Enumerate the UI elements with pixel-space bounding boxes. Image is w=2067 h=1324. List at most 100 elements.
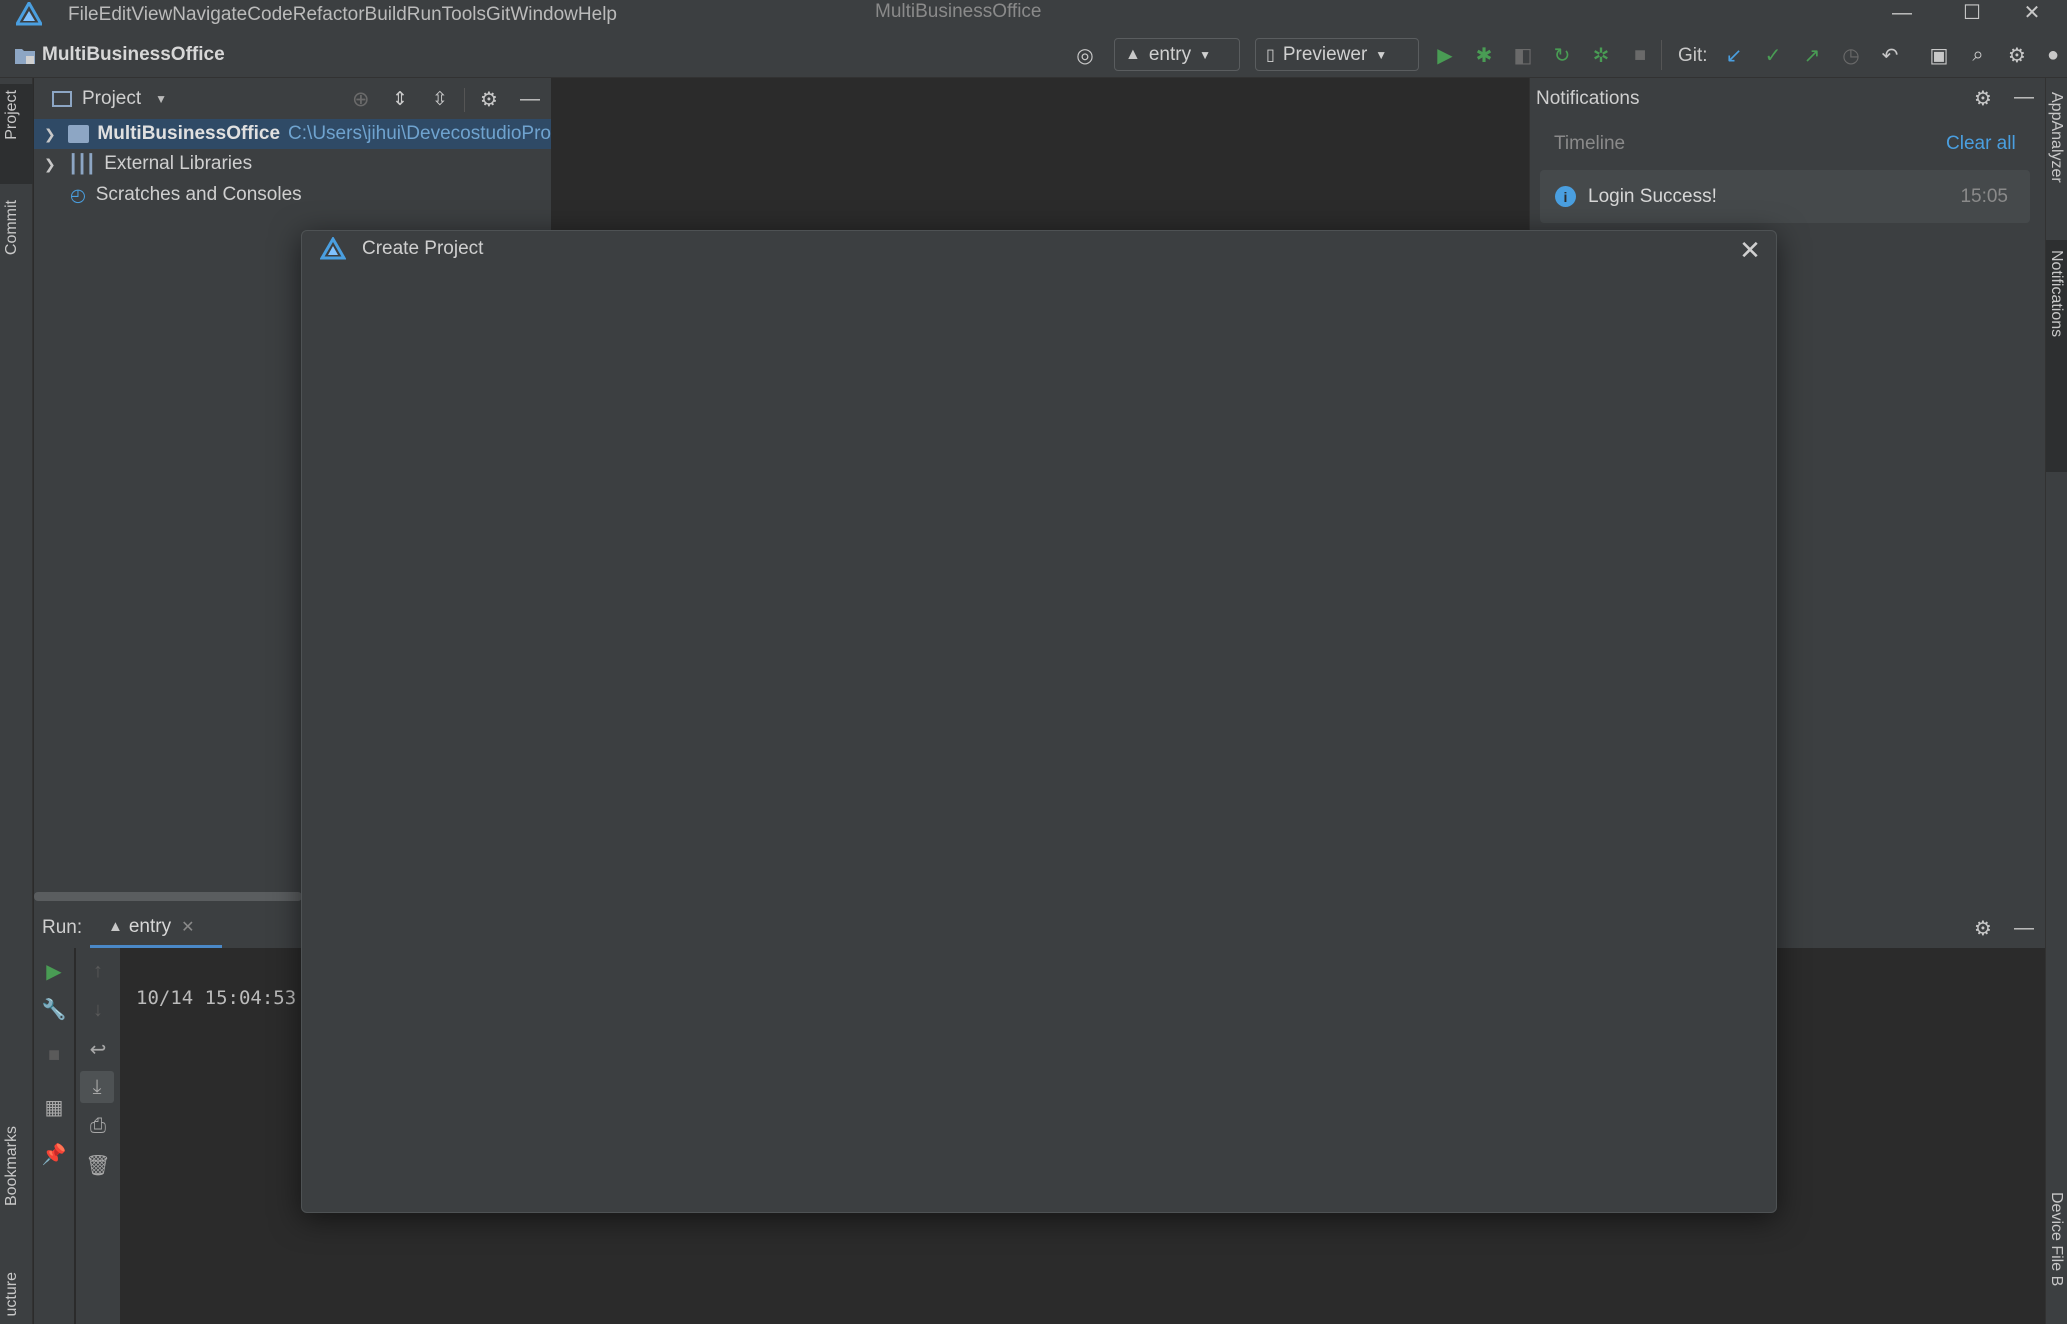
chevron-right-icon[interactable]: ❯ [44, 126, 56, 143]
print-icon[interactable]: ⎙ [84, 1112, 112, 1140]
notifications-title: Notifications [1536, 88, 1640, 109]
run-toolbar-secondary: ↑ ↓ ↩ ⤓ ⎙ 🗑 [76, 948, 120, 1324]
tree-item-label: Scratches and Consoles [95, 184, 302, 205]
settings-gear-icon[interactable]: ⚙ [2004, 42, 2030, 68]
device-label: Previewer [1282, 43, 1368, 65]
git-push-icon[interactable]: ↗ [1799, 42, 1825, 68]
project-view-icon [52, 91, 72, 107]
dialog-title: Create Project [362, 238, 484, 259]
project-folder-icon [14, 46, 36, 66]
tool-tab-device-file-browser[interactable]: Device File B [2047, 1192, 2065, 1286]
run-tab-label: entry [128, 915, 172, 937]
project-panel-scrollbar[interactable] [34, 892, 302, 901]
layout-icon[interactable]: ▦ [40, 1093, 68, 1121]
close-window-button[interactable]: ✕ [1997, 0, 2067, 28]
tree-item-project-root[interactable]: ❯ MultiBusinessOffice C:\Users\jihui\Dev… [34, 119, 551, 149]
panel-settings-gear-icon[interactable]: ⚙ [480, 87, 498, 112]
menu-view[interactable]: View [131, 4, 172, 26]
chevron-down-icon: ▼ [1199, 47, 1211, 62]
chevron-down-icon: ▼ [1375, 47, 1388, 62]
git-rollback-icon[interactable]: ↶ [1877, 42, 1903, 68]
libraries-icon: ┃┃┃ [67, 153, 96, 174]
left-tool-stripe: Project Commit Bookmarks ucture [0, 78, 33, 1324]
menu-refactor[interactable]: Refactor [293, 4, 365, 26]
tool-tab-bookmarks[interactable]: Bookmarks [3, 1126, 21, 1206]
header-divider [464, 88, 465, 112]
chevron-down-icon[interactable]: ▼ [155, 92, 167, 106]
run-toolbar-primary: ▶ 🔧 ■ ▦ 📌 [34, 948, 74, 1324]
tree-item-external-libraries[interactable]: ❯ ┃┃┃ External Libraries [34, 149, 551, 179]
pin-icon[interactable]: 📌 [40, 1140, 68, 1168]
app-logo-icon [14, 0, 44, 26]
tree-item-scratches[interactable]: ◴ Scratches and Consoles [34, 180, 551, 210]
search-icon[interactable]: ⌕ [1965, 42, 1991, 68]
hide-notifications-icon[interactable]: — [2014, 86, 2034, 109]
profile-icon[interactable]: ✲ [1588, 42, 1614, 68]
attach-debugger-icon[interactable]: ◧ [1510, 42, 1536, 68]
timeline-label: Timeline [1554, 133, 1626, 154]
tool-tab-app-analyzer[interactable]: AppAnalyzer [2047, 92, 2065, 183]
tree-item-path: C:\Users\jihui\DevecostudioPro [288, 123, 551, 144]
trash-icon[interactable]: 🗑 [84, 1151, 112, 1179]
project-panel-title[interactable]: Project [82, 88, 141, 110]
rerun-icon[interactable]: ▶ [40, 957, 68, 985]
module-folder-icon [67, 125, 90, 143]
scroll-to-end-icon[interactable]: ⤓ [80, 1071, 114, 1103]
arrow-down-icon[interactable]: ↓ [84, 996, 112, 1024]
debug-icon[interactable]: ✱ [1471, 42, 1497, 68]
close-tab-icon[interactable]: ✕ [181, 917, 194, 937]
expand-all-icon[interactable]: ⇕ [392, 88, 408, 111]
stop-icon[interactable]: ■ [1627, 42, 1653, 68]
git-update-icon[interactable]: ↙ [1721, 42, 1747, 68]
stop-icon[interactable]: ■ [40, 1041, 68, 1069]
clear-all-link[interactable]: Clear all [1946, 133, 2016, 155]
tool-tab-project[interactable]: Project [3, 90, 21, 140]
run-settings-gear-icon[interactable]: ⚙ [1974, 916, 1992, 941]
tool-tab-structure[interactable]: ucture [3, 1272, 21, 1316]
menu-git[interactable]: Git [486, 4, 510, 26]
account-icon[interactable]: ● [2040, 42, 2066, 68]
hide-run-panel-icon[interactable]: — [2014, 917, 2034, 940]
menu-tools[interactable]: Tools [442, 4, 486, 26]
notifications-settings-gear-icon[interactable]: ⚙ [1974, 86, 1992, 111]
menu-help[interactable]: Help [578, 4, 617, 26]
device-combo[interactable]: ▯ Previewer ▼ [1255, 38, 1419, 71]
run-config-combo[interactable]: ▲ entry ▼ [1114, 38, 1240, 71]
window-title: MultiBusinessOffice [875, 1, 1042, 22]
dialog-logo-icon [319, 236, 347, 261]
collapse-all-icon[interactable]: ⇳ [432, 88, 448, 111]
target-icon[interactable]: ◎ [1072, 42, 1098, 68]
git-commit-icon[interactable]: ✓ [1760, 42, 1786, 68]
tool-tab-commit[interactable]: Commit [3, 200, 21, 255]
notification-item[interactable]: i Login Success! 15:05 [1540, 170, 2030, 223]
create-project-dialog [301, 230, 1777, 1213]
arrow-up-icon[interactable]: ↑ [84, 957, 112, 985]
locate-icon[interactable]: ⊕ [352, 87, 370, 112]
toolbar-project-name[interactable]: MultiBusinessOffice [42, 44, 225, 66]
hide-panel-icon[interactable]: — [520, 88, 540, 111]
menu-code[interactable]: Code [247, 4, 292, 26]
tool-tab-notifications[interactable]: Notifications [2047, 250, 2065, 337]
menu-file[interactable]: File [68, 4, 99, 26]
right-tool-stripe: AppAnalyzer Notifications Device File B [2045, 78, 2067, 1324]
menu-edit[interactable]: Edit [99, 4, 132, 26]
console-output-line: 10/14 15:04:53 [136, 987, 297, 1009]
run-label: Run: [42, 917, 83, 938]
menu-build[interactable]: Build [365, 4, 407, 26]
menu-navigate[interactable]: Navigate [172, 4, 247, 26]
run-icon[interactable]: ▶ [1432, 42, 1458, 68]
soft-wrap-icon[interactable]: ↩ [84, 1035, 112, 1063]
dialog-close-icon[interactable]: ✕ [1735, 235, 1765, 265]
chevron-right-icon[interactable]: ❯ [44, 156, 56, 173]
minimize-button[interactable]: — [1867, 0, 1937, 28]
notification-time: 15:05 [1960, 185, 2008, 207]
menu-window[interactable]: Window [510, 4, 578, 26]
git-history-icon[interactable]: ◷ [1838, 42, 1864, 68]
wrench-icon[interactable]: 🔧 [40, 995, 68, 1023]
project-structure-icon[interactable]: ▣ [1926, 42, 1952, 68]
apply-changes-icon[interactable]: ↻ [1549, 42, 1575, 68]
tree-item-label: MultiBusinessOffice [97, 123, 281, 144]
menu-run[interactable]: Run [407, 4, 442, 26]
project-panel-header: Project ▼ ⊕ ⇕ ⇳ ⚙ — [34, 80, 551, 118]
run-tab-entry[interactable]: ▲ entry ✕ [90, 908, 222, 948]
